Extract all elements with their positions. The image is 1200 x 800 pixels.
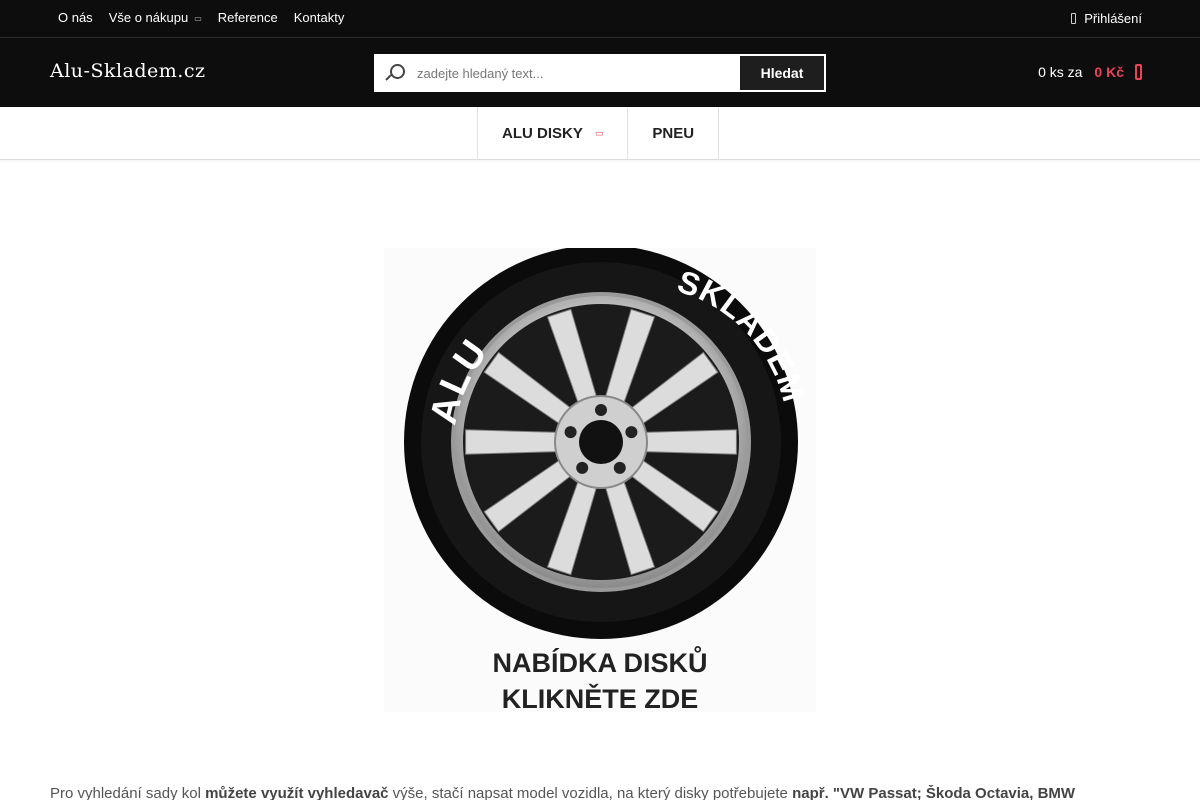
logo-text: Alu-Skladem.cz bbox=[50, 60, 206, 82]
cart-count: 0 ks za bbox=[1038, 64, 1083, 80]
banner-line-1: NABÍDKA DISKŮ bbox=[493, 645, 708, 678]
hint-bold-1: můžete využít vyhledavač bbox=[205, 785, 389, 800]
topnav-shopping-info-link[interactable]: Vše o nákupu ▭ bbox=[101, 9, 210, 27]
topnav-references-label: Reference bbox=[217, 10, 278, 25]
search-hint-text: Pro vyhledání sady kol můžete využít vyh… bbox=[50, 785, 1160, 800]
cart-price: 0 Kč bbox=[1094, 64, 1124, 80]
wheel-illustration: ALU SKLADEM NABÍDKA DISKŮ KLIKNĚTE ZDE bbox=[384, 248, 816, 712]
wheel-spoke bbox=[643, 429, 737, 455]
login-link[interactable]: Přihlášení bbox=[1071, 11, 1142, 26]
nav-item-pneu-label: PNEU bbox=[652, 125, 695, 142]
main-nav: ALU DISKY ▭ PNEU bbox=[0, 107, 1200, 160]
lug-nut bbox=[564, 426, 577, 439]
nav-item-alu-disky[interactable]: ALU DISKY ▭ bbox=[478, 107, 629, 160]
user-icon bbox=[1071, 13, 1077, 24]
lug-nut bbox=[576, 461, 589, 474]
banner-line-2: KLIKNĚTE ZDE bbox=[502, 683, 699, 712]
topnav-shopping-info-label: Vše o nákupu bbox=[108, 10, 189, 25]
hint-part-2: výše, stačí napsat model vozidla, na kte… bbox=[388, 785, 793, 800]
cart-icon bbox=[1135, 64, 1142, 80]
search-button[interactable]: Hledat bbox=[740, 56, 824, 90]
nav-item-alu-disky-label: ALU DISKY bbox=[502, 125, 583, 142]
top-nav: O nás Vše o nákupu ▭ Reference Kontakty bbox=[50, 9, 352, 27]
topnav-references-link[interactable]: Reference bbox=[210, 10, 286, 26]
topnav-contacts-link[interactable]: Kontakty bbox=[286, 10, 353, 26]
topnav-about-label: O nás bbox=[58, 10, 93, 25]
wheel-offer-banner[interactable]: ALU SKLADEM NABÍDKA DISKŮ KLIKNĚTE ZDE bbox=[384, 248, 816, 712]
lug-nut bbox=[613, 461, 626, 474]
topnav-contacts-label: Kontakty bbox=[293, 10, 345, 25]
dropdown-caret-icon: ▭ bbox=[594, 128, 604, 138]
hint-part-1: Pro vyhledání sady kol bbox=[50, 785, 206, 800]
top-bar: O nás Vše o nákupu ▭ Reference Kontakty P… bbox=[0, 0, 1200, 38]
nav-item-pneu[interactable]: PNEU bbox=[628, 107, 720, 160]
lug-nut bbox=[595, 404, 607, 416]
site-header: Alu-Skladem.cz Hledat 0 ks za 0 Kč bbox=[0, 38, 1200, 107]
site-logo[interactable]: Alu-Skladem.cz bbox=[50, 60, 206, 82]
login-label: Přihlášení bbox=[1084, 11, 1142, 26]
topnav-about-link[interactable]: O nás bbox=[50, 10, 101, 26]
dropdown-caret-icon: ▭ bbox=[194, 14, 202, 23]
main-nav-items: ALU DISKY ▭ PNEU bbox=[477, 107, 720, 160]
lug-nut bbox=[625, 426, 638, 439]
search-input[interactable] bbox=[417, 55, 741, 91]
wheel-spoke bbox=[465, 429, 559, 455]
hint-bold-2: např. "VW Passat; Škoda Octavia, BMW bbox=[792, 785, 1076, 800]
search-icon bbox=[375, 55, 417, 91]
search-form: Hledat bbox=[374, 54, 826, 92]
cart-summary[interactable]: 0 ks za 0 Kč bbox=[1038, 64, 1142, 80]
